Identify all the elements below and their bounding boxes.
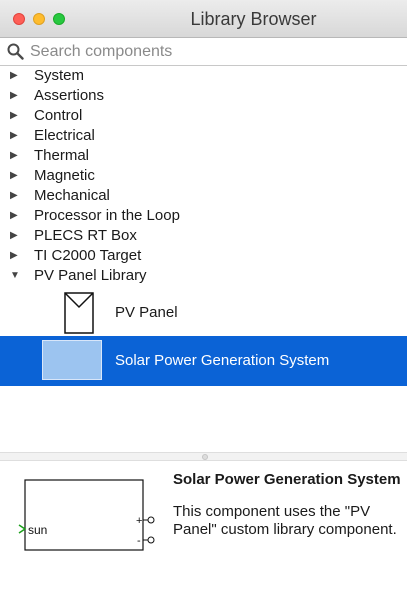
- tree-item-mechanical[interactable]: ▶ Mechanical: [0, 186, 407, 206]
- tree-item-label: PLECS RT Box: [34, 227, 137, 244]
- tree-item-plecs-rt-box[interactable]: ▶ PLECS RT Box: [0, 226, 407, 246]
- expand-arrow-icon[interactable]: ▶: [10, 186, 22, 206]
- tree-item-electrical[interactable]: ▶ Electrical: [0, 126, 407, 146]
- pane-splitter[interactable]: [0, 452, 407, 461]
- output-port-minus-icon: [147, 536, 155, 544]
- tree-item-thermal[interactable]: ▶ Thermal: [0, 146, 407, 166]
- output-port-plus-icon: [147, 516, 155, 524]
- library-tree: ▶ System ▶ Assertions ▶ Control ▶ Electr…: [0, 66, 407, 286]
- title-bar: Library Browser: [0, 0, 407, 38]
- tree-item-processor-in-the-loop[interactable]: ▶ Processor in the Loop: [0, 206, 407, 226]
- input-port-icon: [18, 524, 27, 534]
- tree-item-label: TI C2000 Target: [34, 247, 142, 264]
- preview-description: This component uses the "PV Panel" custo…: [173, 503, 397, 538]
- tree-item-label: Assertions: [34, 87, 105, 104]
- expand-arrow-icon[interactable]: ▶: [10, 246, 22, 266]
- window-title: Library Browser: [190, 9, 317, 29]
- port-sun-label: sun: [28, 523, 47, 537]
- tree-item-label: Control: [34, 107, 83, 124]
- tree-item-label: System: [34, 67, 85, 84]
- tree-item-system[interactable]: ▶ System: [0, 66, 407, 86]
- subsystem-block-icon: sun + -: [18, 479, 155, 551]
- preview-title: Solar Power Generation System: [173, 471, 401, 488]
- zoom-window-button[interactable]: [53, 13, 65, 25]
- splitter-handle-icon[interactable]: [202, 454, 208, 460]
- tree-item-label: Magnetic: [34, 167, 95, 184]
- subsystem-thumbnail-icon: [42, 340, 102, 380]
- tree-item-assertions[interactable]: ▶ Assertions: [0, 86, 407, 106]
- expand-arrow-icon[interactable]: ▶: [10, 226, 22, 246]
- component-label: Solar Power Generation System: [115, 352, 330, 369]
- tree-item-label: Thermal: [34, 147, 90, 164]
- expand-arrow-icon[interactable]: ▶: [10, 206, 22, 226]
- tree-item-label: Mechanical: [34, 187, 110, 204]
- close-window-button[interactable]: [13, 13, 25, 25]
- search-bar: [0, 38, 407, 66]
- tree-item-magnetic[interactable]: ▶ Magnetic: [0, 166, 407, 186]
- collapse-arrow-icon[interactable]: ▼: [10, 266, 22, 286]
- search-input[interactable]: [30, 41, 400, 63]
- expand-arrow-icon[interactable]: ▶: [10, 146, 22, 166]
- component-preview: sun + - Solar Power Generation System Th…: [0, 461, 407, 590]
- minimize-window-button[interactable]: [33, 13, 45, 25]
- port-plus-label: +: [136, 515, 142, 527]
- tree-item-pv-panel-library[interactable]: ▼ PV Panel Library: [0, 266, 407, 286]
- tree-item-label: Electrical: [34, 127, 95, 144]
- tree-item-control[interactable]: ▶ Control: [0, 106, 407, 126]
- component-label: PV Panel: [115, 304, 178, 321]
- expand-arrow-icon[interactable]: ▶: [10, 106, 22, 126]
- tree-item-ti-c2000-target[interactable]: ▶ TI C2000 Target: [0, 246, 407, 266]
- expand-arrow-icon[interactable]: ▶: [10, 126, 22, 146]
- component-pv-panel[interactable]: PV Panel: [0, 290, 407, 336]
- expand-arrow-icon[interactable]: ▶: [10, 166, 22, 186]
- expand-arrow-icon[interactable]: ▶: [10, 86, 22, 106]
- expand-arrow-icon[interactable]: ▶: [10, 66, 22, 86]
- tree-item-label: PV Panel Library: [34, 267, 147, 284]
- pv-panel-icon: [64, 292, 94, 334]
- component-solar-power-generation-system[interactable]: Solar Power Generation System: [0, 336, 407, 386]
- tree-item-label: Processor in the Loop: [34, 207, 180, 224]
- search-icon: [7, 43, 24, 60]
- port-minus-label: -: [137, 535, 141, 547]
